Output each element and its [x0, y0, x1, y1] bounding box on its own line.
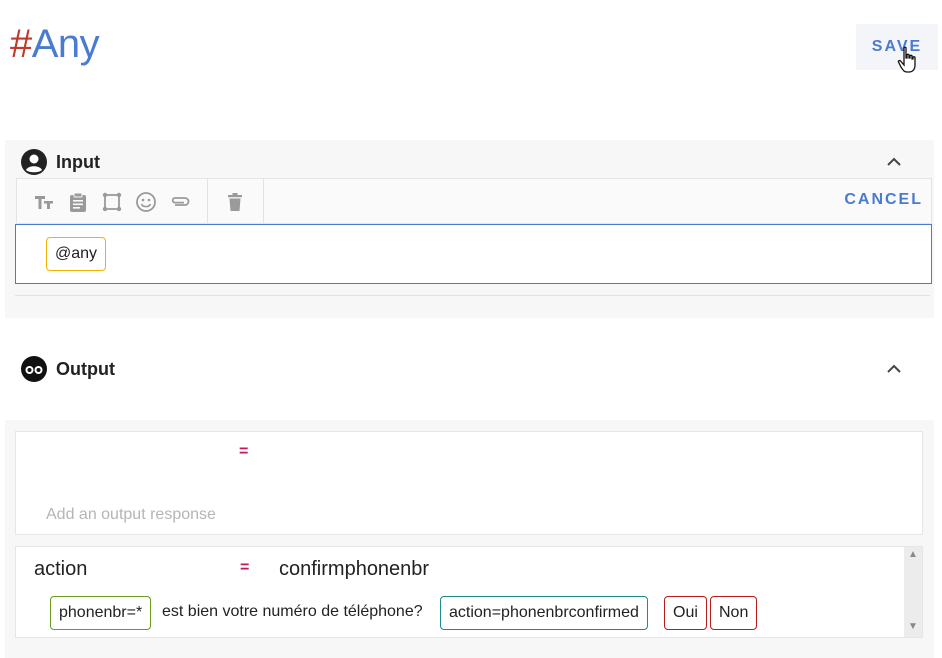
input-divider [15, 295, 930, 296]
title-hash: # [10, 22, 32, 66]
title-name: Any [31, 22, 100, 66]
clipboard-icon[interactable] [67, 191, 89, 213]
variable-value[interactable]: confirmphonenbr [279, 558, 429, 581]
output-chip-variable[interactable]: phonenbr=* [50, 596, 152, 630]
entity-select-icon[interactable] [101, 191, 123, 213]
equals-sign: = [240, 559, 250, 576]
input-section-header[interactable]: Input [20, 148, 100, 176]
hand-pointer-icon [897, 46, 916, 73]
output-chip-button-oui[interactable]: Oui [664, 596, 707, 630]
cancel-button[interactable]: CANCEL [844, 191, 923, 209]
equals-sign: = [239, 443, 249, 460]
page-title: #Any [10, 22, 100, 67]
input-chip-any[interactable]: @any [46, 237, 107, 271]
robot-face-icon [21, 356, 47, 382]
output-response-placeholder: Add an output response [46, 506, 216, 523]
emoji-icon[interactable] [135, 191, 157, 213]
chevron-up-icon[interactable] [885, 360, 903, 378]
delete-icon[interactable] [224, 191, 246, 213]
intent-editor-page: #Any SAVE Input CANCEL @any Output = Add… [0, 0, 942, 658]
variable-key[interactable]: action [34, 558, 87, 581]
output-text: est bien votre numéro de téléphone? [162, 603, 423, 620]
user-circle-icon [21, 149, 47, 175]
toolbar-divider [263, 179, 264, 223]
scroll-up-icon[interactable]: ▲ [908, 549, 918, 560]
output-section-title: Output [56, 358, 115, 379]
input-editor[interactable]: @any [15, 224, 932, 284]
scroll-down-icon[interactable]: ▼ [908, 621, 918, 632]
output-section-header-area: Output [5, 340, 934, 400]
toolbar-divider [207, 179, 208, 223]
output-chip-action[interactable]: action=phonenbrconfirmed [440, 596, 648, 630]
chevron-up-icon[interactable] [885, 153, 903, 171]
input-toolbar: CANCEL [16, 178, 932, 224]
text-format-icon[interactable] [33, 191, 55, 213]
attachment-icon[interactable] [169, 191, 191, 213]
output-section: = Add an output response action = confir… [5, 420, 934, 658]
output-response-card[interactable]: action = confirmphonenbr phonenbr=* est … [15, 546, 923, 638]
input-section-title: Input [56, 151, 100, 172]
output-section-header[interactable]: Output [20, 355, 115, 383]
scrollbar[interactable]: ▲ ▼ [904, 547, 922, 637]
input-section: Input CANCEL @any [5, 140, 934, 318]
output-response-card[interactable]: = Add an output response [15, 431, 923, 535]
output-chip-button-non[interactable]: Non [710, 596, 758, 630]
